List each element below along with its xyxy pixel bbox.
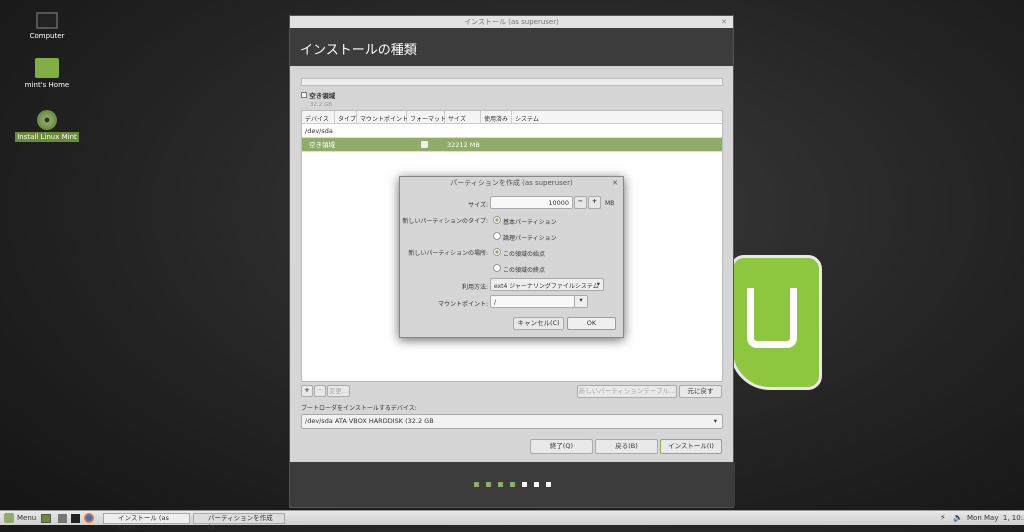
- back-button[interactable]: 戻る(B): [595, 439, 658, 454]
- remove-partition-button[interactable]: −: [314, 385, 326, 397]
- use-as-label: 利用方法:: [461, 284, 488, 291]
- desktop-icon-home[interactable]: mint's Home: [12, 58, 82, 89]
- desktop-icon-install[interactable]: Install Linux Mint: [12, 110, 82, 142]
- col-header[interactable]: マウントポイント: [357, 111, 408, 123]
- size-decrease-button[interactable]: −: [574, 196, 587, 209]
- radio-beginning[interactable]: この領域の始点: [493, 248, 545, 258]
- new-partition-table-button[interactable]: 新しいパーティションテーブル...: [577, 385, 677, 398]
- add-partition-button[interactable]: +: [301, 385, 313, 397]
- icon-label: Install Linux Mint: [15, 132, 79, 142]
- table-row-selected[interactable]: 空き領域 32212 MB: [302, 138, 722, 152]
- mount-point-label: マウントポイント:: [437, 301, 488, 308]
- col-header[interactable]: デバイス: [302, 111, 335, 123]
- computer-launcher-icon[interactable]: [58, 514, 67, 523]
- window-titlebar: インストール (as superuser) ✕: [290, 16, 733, 28]
- col-header[interactable]: システム: [512, 111, 722, 123]
- progress-footer: [290, 462, 735, 507]
- desktop-icon-computer[interactable]: Computer: [12, 12, 82, 40]
- radio-logical[interactable]: 論理パーティション: [493, 232, 557, 242]
- col-header[interactable]: フォーマット: [407, 111, 446, 123]
- chevron-down-icon: ▾: [713, 417, 717, 425]
- location-label: 新しいパーティションの場所:: [408, 250, 488, 257]
- mount-point-combo[interactable]: / ▾: [490, 295, 588, 308]
- taskbar: Menu インストール (as super... パーティションを作成 (a..…: [0, 510, 1024, 531]
- radio-end[interactable]: この領域の終点: [493, 264, 545, 274]
- progress-dot: [522, 482, 527, 487]
- volume-icon[interactable]: 🔈: [953, 513, 963, 522]
- partition-bar: [301, 78, 723, 86]
- close-icon[interactable]: ✕: [612, 177, 618, 189]
- use-as-select[interactable]: ext4 ジャーナリングファイルシステム ▾: [490, 278, 604, 291]
- free-space-legend: 空き領域 32.2 GB: [301, 90, 335, 108]
- close-icon[interactable]: ✕: [721, 16, 727, 28]
- chevron-down-icon: ▾: [596, 280, 600, 288]
- ok-button[interactable]: OK: [567, 317, 616, 330]
- dialog-titlebar: パーティションを作成 (as superuser) ✕: [400, 177, 623, 189]
- unit-label: MB: [605, 200, 615, 207]
- icon-label: Computer: [29, 32, 65, 40]
- chevron-down-icon[interactable]: ▾: [574, 296, 587, 307]
- mint-menu-icon[interactable]: [4, 513, 14, 523]
- col-header[interactable]: タイプ: [335, 111, 357, 123]
- clock[interactable]: Mon May 1, 10:32: [967, 514, 1024, 522]
- progress-dot: [546, 482, 551, 487]
- table-row[interactable]: /dev/sda: [302, 124, 722, 138]
- taskbar-item-installer[interactable]: インストール (as super...: [103, 513, 190, 531]
- col-header[interactable]: サイズ: [445, 111, 481, 123]
- firefox-icon[interactable]: [84, 513, 94, 523]
- install-button[interactable]: インストール(I): [660, 439, 722, 454]
- progress-dot: [510, 482, 515, 487]
- change-partition-button[interactable]: 変更...: [327, 385, 350, 397]
- network-icon[interactable]: ⚡: [940, 513, 946, 522]
- progress-dot: [498, 482, 503, 487]
- bootloader-label: ブートローダをインストールするデバイス:: [301, 405, 417, 412]
- progress-dot: [474, 482, 479, 487]
- monitor-icon: [36, 12, 58, 29]
- size-label: サイズ:: [468, 202, 488, 209]
- page-title: インストールの種類: [290, 28, 733, 66]
- cancel-button[interactable]: キャンセル(C): [513, 317, 564, 330]
- progress-dot: [534, 482, 539, 487]
- create-partition-dialog: パーティションを作成 (as superuser) ✕ サイズ: 10000 −…: [399, 176, 624, 338]
- disc-icon: [37, 110, 57, 130]
- quit-button[interactable]: 終了(Q): [530, 439, 593, 454]
- progress-dot: [486, 482, 491, 487]
- revert-button[interactable]: 元に戻す: [679, 385, 722, 398]
- show-desktop-icon[interactable]: [41, 514, 51, 523]
- size-increase-button[interactable]: +: [588, 196, 601, 209]
- format-checkbox[interactable]: [421, 141, 428, 148]
- col-header[interactable]: 使用済み: [481, 111, 512, 123]
- terminal-icon[interactable]: [71, 514, 80, 523]
- bootloader-select[interactable]: /dev/sda ATA VBOX HARDDISK (32.2 GB ▾: [301, 414, 723, 429]
- size-input[interactable]: 10000: [490, 196, 573, 209]
- folder-icon: [35, 58, 59, 78]
- icon-label: mint's Home: [24, 81, 70, 89]
- taskbar-item-dialog[interactable]: パーティションを作成 (a...: [193, 513, 285, 531]
- menu-button[interactable]: Menu: [17, 514, 36, 522]
- mint-logo: [730, 255, 822, 390]
- type-label: 新しいパーティションのタイプ:: [402, 218, 488, 225]
- radio-primary[interactable]: 基本パーティション: [493, 216, 557, 226]
